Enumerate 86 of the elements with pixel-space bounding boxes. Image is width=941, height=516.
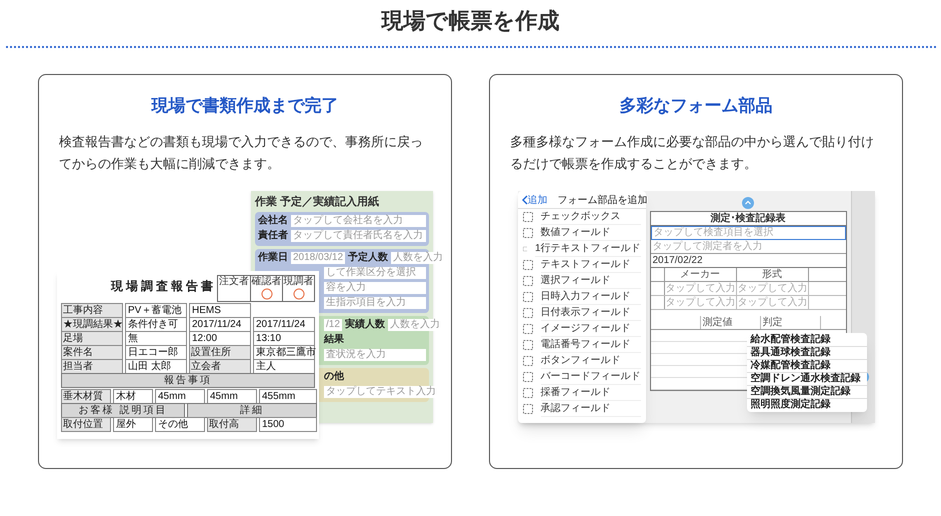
- dropdown-option[interactable]: 照明照度測定記録: [746, 398, 866, 410]
- seal-stamp-icon: [260, 288, 272, 300]
- card-title: 多彩なフォーム部品: [620, 95, 772, 117]
- form-label: 実績人数: [344, 319, 385, 331]
- menu-title: フォーム部品を追加: [558, 194, 648, 208]
- form-label: 結果: [324, 334, 344, 346]
- card-title: 現場で書類作成まで完了: [152, 95, 338, 117]
- report-label: 垂木材質: [61, 388, 111, 404]
- menu-item[interactable]: 1行テキストフィールド: [518, 240, 646, 256]
- dashed-square-icon: [522, 372, 532, 382]
- back-button[interactable]: 追加: [522, 192, 548, 208]
- column-header: 測定値: [700, 316, 760, 328]
- report-label: 設置住所: [189, 344, 251, 360]
- collapse-circle-icon[interactable]: [742, 196, 754, 208]
- stamp-label: 確認者: [252, 276, 282, 286]
- chevron-left-icon: [522, 195, 528, 205]
- report-value[interactable]: 2017/11/24: [253, 316, 315, 332]
- report-label: 担当者: [61, 358, 123, 374]
- dashed-square-icon: [522, 292, 532, 302]
- menu-item[interactable]: 数値フィールド: [518, 224, 646, 240]
- form-label: の他: [324, 371, 344, 383]
- report-value[interactable]: 1500: [259, 416, 317, 432]
- report-label: 立会者: [189, 358, 251, 374]
- stamp-label: 注文者: [219, 276, 249, 286]
- page-title: 現場で帳票を作成: [382, 7, 560, 35]
- report-label: 取付位置: [61, 416, 111, 432]
- dashed-square-icon: [522, 260, 532, 270]
- form-label: 予定人数: [348, 252, 388, 264]
- dashed-square-icon: [522, 228, 532, 238]
- menu-item[interactable]: 採番フィールド: [518, 384, 646, 400]
- report-value[interactable]: その他: [155, 416, 205, 432]
- dashed-square-icon: [522, 388, 532, 398]
- menu-item[interactable]: バーコードフィールド: [518, 368, 646, 384]
- report-label: 工事内容: [61, 302, 123, 318]
- dashed-square-icon: [522, 324, 532, 334]
- menu-item[interactable]: チェックボックス: [518, 208, 646, 224]
- menu-item[interactable]: 選択フィールド: [518, 272, 646, 288]
- column-header: 形式: [736, 268, 808, 280]
- report-value[interactable]: 日エコー郎: [125, 344, 187, 360]
- report-value[interactable]: 屋外: [113, 416, 153, 432]
- report-label: 足場: [61, 330, 123, 346]
- dropdown-option[interactable]: 空調換気風量測定記録: [746, 386, 866, 398]
- report-column-header: お客様 説明項目: [61, 402, 185, 418]
- report-label: 案件名: [61, 344, 123, 360]
- table-title: 測定･検査記録表: [650, 212, 846, 226]
- card-description: 多種多様なフォーム作成に必要な部品の中から選んで貼り付けるだけで帳票を作成することができます。: [509, 132, 875, 172]
- form-label: 責任者: [258, 230, 288, 242]
- menu-item[interactable]: 日時入力フィールド: [518, 288, 646, 304]
- column-header: メーカー: [664, 268, 736, 280]
- stamp-label: 現調者: [284, 276, 314, 286]
- report-value[interactable]: 東京都三鷹市: [253, 344, 315, 360]
- seal-stamp-icon: [292, 288, 304, 300]
- dashed-square-icon: [522, 340, 532, 350]
- report-label: 取付高: [207, 416, 257, 432]
- dropdown-option[interactable]: 器具通球検査記録: [746, 346, 866, 360]
- report-value[interactable]: PV＋蓄電池: [125, 302, 187, 318]
- dashed-square-icon: [522, 404, 532, 414]
- column-header: 判定: [760, 316, 820, 328]
- form-title: 作業 予定／実績記入用紙: [255, 194, 380, 208]
- dropdown-option[interactable]: 給水配管検査記録: [746, 334, 866, 346]
- report-value[interactable]: HEMS: [189, 302, 251, 318]
- dropdown-option[interactable]: 冷媒配管検査記録: [746, 360, 866, 372]
- dashed-square-icon: [522, 276, 532, 286]
- menu-item[interactable]: 電話番号フィールド: [518, 336, 646, 352]
- menu-item[interactable]: 承認フィールド: [518, 400, 646, 416]
- dropdown-option[interactable]: 空調ドレン通水検査記録: [746, 372, 866, 386]
- dashed-square-icon: [522, 356, 532, 366]
- menu-item[interactable]: 日付表示フィールド: [518, 304, 646, 320]
- menu-item[interactable]: イメージフィールド: [518, 320, 646, 336]
- date-value: 2017/02/22: [650, 254, 846, 268]
- report-value[interactable]: 2017/11/24: [189, 316, 251, 332]
- dashed-square-icon: [522, 308, 532, 318]
- dashed-square-icon: [522, 244, 527, 254]
- report-value[interactable]: 13:10: [253, 330, 315, 346]
- report-title: 現場調査報告書: [110, 278, 216, 294]
- form-label: 作業日: [258, 252, 288, 264]
- report-column-header: 詳細: [187, 402, 317, 418]
- report-section-header: 報告事項: [61, 372, 315, 388]
- dashed-square-icon: [522, 212, 532, 222]
- report-value[interactable]: 無: [125, 330, 187, 346]
- menu-item[interactable]: ボタンフィールド: [518, 352, 646, 368]
- report-value[interactable]: 条件付き可: [125, 316, 187, 332]
- menu-item[interactable]: テキストフィールド: [518, 256, 646, 272]
- card-description: 検査報告書などの書類も現場で入力できるので、事務所に戻ってからの作業も大幅に削減できます。: [58, 132, 424, 172]
- report-label: ★現調結果★: [61, 316, 123, 332]
- form-label: 会社名: [258, 215, 288, 227]
